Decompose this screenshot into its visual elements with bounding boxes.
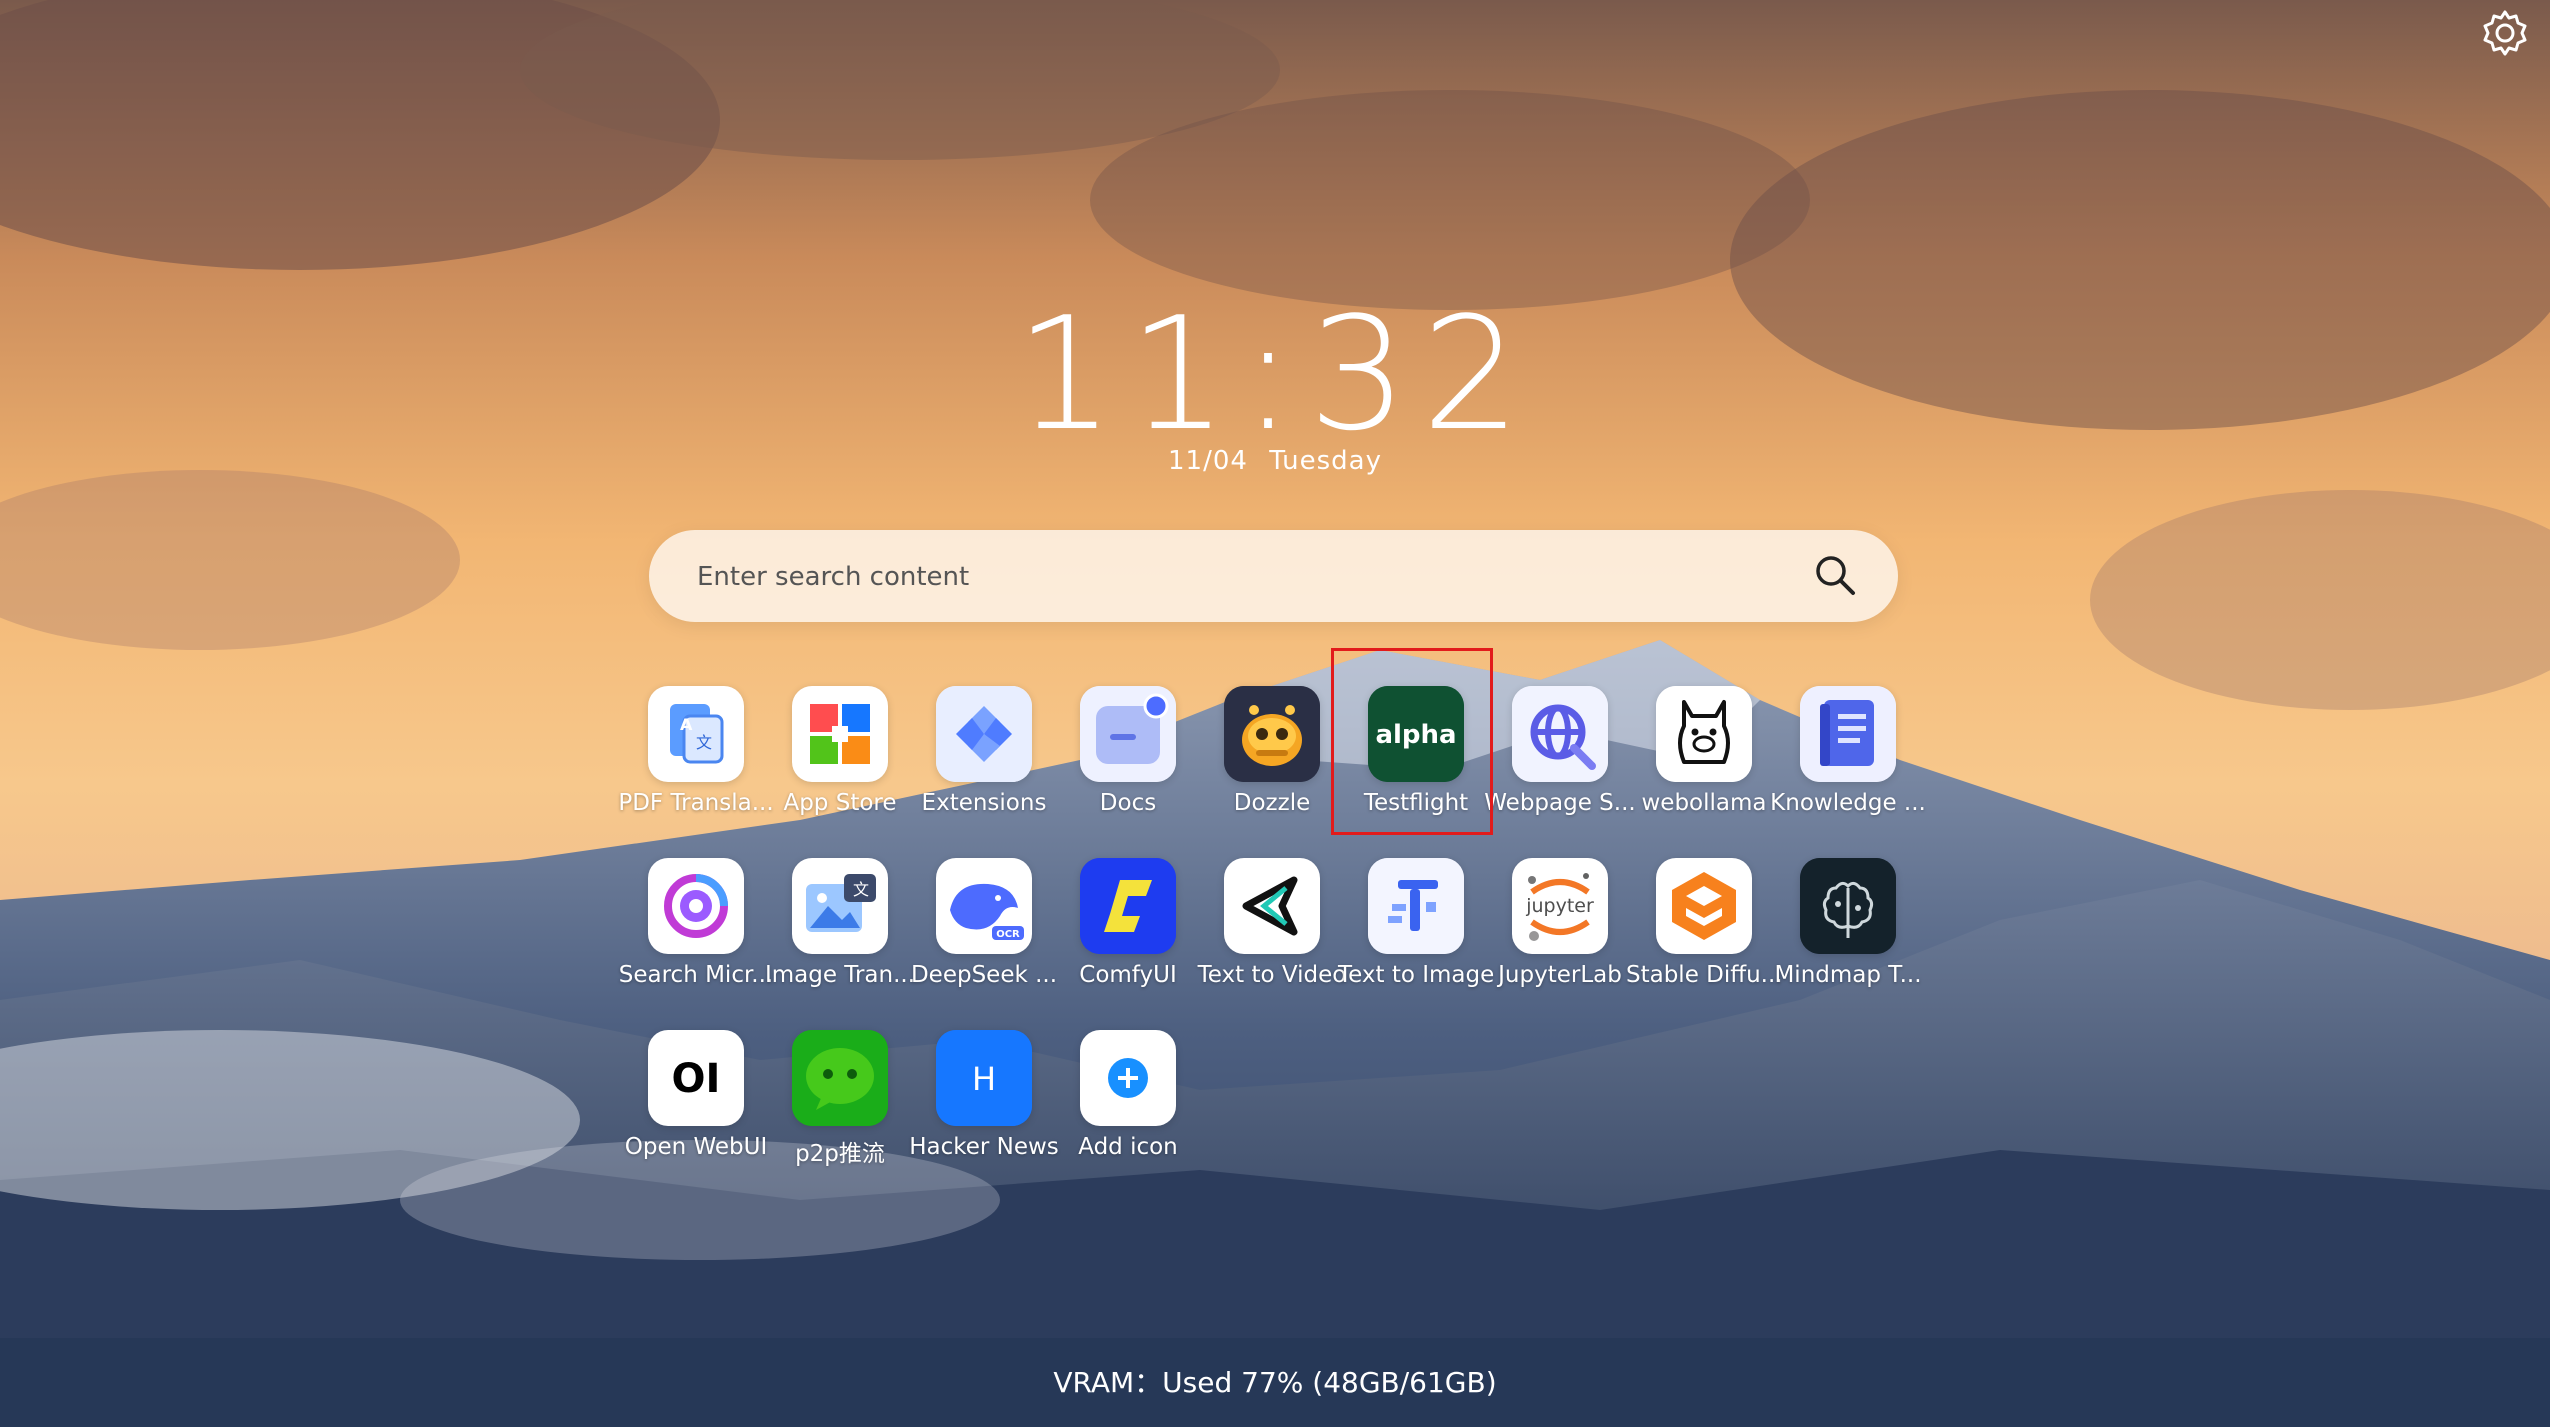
stable-diffusion-icon [1656, 858, 1752, 954]
app-p2p-stream[interactable]: p2p推流 [768, 1026, 912, 1186]
clock-time: 11:32 [1015, 283, 1535, 465]
app-label: App Store [783, 790, 897, 816]
app-label: p2p推流 [795, 1141, 885, 1167]
app-label: Mindmap T... [1774, 962, 1922, 988]
webpage-icon [1512, 686, 1608, 782]
clock-date: 11/04 Tuesday [0, 446, 2550, 476]
app-label: DeepSeek ... [910, 962, 1058, 988]
app-label: Extensions [921, 790, 1047, 816]
vram-status: VRAM：Used 77% (48GB/61GB) [0, 1338, 2550, 1427]
app-knowledge[interactable]: Knowledge ... [1770, 682, 1926, 842]
weekday-value: Tuesday [1269, 446, 1382, 476]
selection-highlight-box [1331, 648, 1493, 835]
app-hacker-news[interactable]: H Hacker News [909, 1026, 1059, 1186]
app-label: Text to Video [1197, 962, 1347, 988]
app-mindmap[interactable]: Mindmap T... [1774, 854, 1922, 1014]
date-value: 11/04 [1168, 446, 1248, 476]
text-to-image-icon [1368, 858, 1464, 954]
app-label: Knowledge ... [1770, 790, 1926, 816]
app-deepseek-ocr[interactable]: OCR DeepSeek ... [911, 854, 1057, 1014]
open-webui-icon: OI [648, 1030, 744, 1126]
app-docs[interactable]: Docs [1056, 682, 1200, 842]
app-search-micro[interactable]: Search Micr... [619, 854, 773, 1014]
app-label: PDF Transla... [618, 790, 774, 816]
app-label: Text to Image [1338, 962, 1495, 988]
svg-text:文: 文 [696, 733, 712, 752]
app-label: Stable Diffu... [1626, 962, 1783, 988]
app-label: Dozzle [1233, 790, 1311, 816]
jupyter-icon: jupyter [1512, 858, 1608, 954]
app-label: webollama [1641, 790, 1767, 816]
open-webui-icon-text: OI [672, 1056, 721, 1102]
deepseek-icon-text: OCR [996, 929, 1020, 940]
hacker-news-icon-text: H [972, 1060, 996, 1098]
app-extensions[interactable]: Extensions [912, 682, 1056, 842]
jupyter-icon-text: jupyter [1525, 895, 1594, 917]
app-pdf-translate[interactable]: A 文 PDF Transla... [618, 682, 774, 842]
dozzle-icon [1224, 686, 1320, 782]
app-label: JupyterLab [1498, 962, 1622, 988]
pdf-translate-icon: A 文 [648, 686, 744, 782]
search-icon[interactable] [1812, 552, 1858, 598]
search-bar [649, 530, 1898, 624]
extensions-icon [936, 686, 1032, 782]
hacker-news-icon: H [936, 1030, 1032, 1126]
deepseek-whale-icon: OCR [936, 858, 1032, 954]
app-store-icon [792, 686, 888, 782]
app-dozzle[interactable]: Dozzle [1200, 682, 1344, 842]
app-webpage[interactable]: Webpage S... [1484, 682, 1636, 842]
app-stable-diffusion[interactable]: Stable Diffu... [1626, 854, 1783, 1014]
svg-text:文: 文 [853, 880, 869, 899]
app-label: Image Tran... [764, 962, 916, 988]
app-label: Search Micr... [618, 962, 774, 988]
app-jupyterlab[interactable]: jupyter JupyterLab [1488, 854, 1632, 1014]
app-add-icon[interactable]: Add icon [1056, 1026, 1200, 1186]
svg-text:A: A [680, 715, 693, 734]
app-comfyui[interactable]: ComfyUI [1056, 854, 1200, 1014]
app-open-webui[interactable]: OI Open WebUI [624, 1026, 768, 1186]
app-app-store[interactable]: App Store [768, 682, 912, 842]
settings-gear-icon[interactable] [2478, 6, 2532, 60]
app-label: Hacker News [909, 1134, 1059, 1160]
knowledge-book-icon [1800, 686, 1896, 782]
app-label: Docs [1099, 790, 1157, 816]
comfyui-icon [1080, 858, 1176, 954]
docs-icon [1080, 686, 1176, 782]
app-label: Webpage S... [1484, 790, 1636, 816]
text-to-video-icon [1224, 858, 1320, 954]
app-webollama[interactable]: webollama [1632, 682, 1776, 842]
app-label: Open WebUI [624, 1134, 768, 1160]
app-text-to-image[interactable]: Text to Image [1338, 854, 1494, 1014]
search-circle-icon [648, 858, 744, 954]
app-text-to-video[interactable]: Text to Video [1198, 854, 1346, 1014]
app-image-translate[interactable]: 文 Image Tran... [765, 854, 915, 1014]
search-input[interactable] [695, 530, 1759, 624]
image-translate-icon: 文 [792, 858, 888, 954]
mindmap-brain-icon [1800, 858, 1896, 954]
wechat-icon [792, 1030, 888, 1126]
app-label: ComfyUI [1079, 962, 1177, 988]
app-label: Add icon [1078, 1134, 1178, 1160]
llama-icon [1656, 686, 1752, 782]
add-icon [1080, 1030, 1176, 1126]
